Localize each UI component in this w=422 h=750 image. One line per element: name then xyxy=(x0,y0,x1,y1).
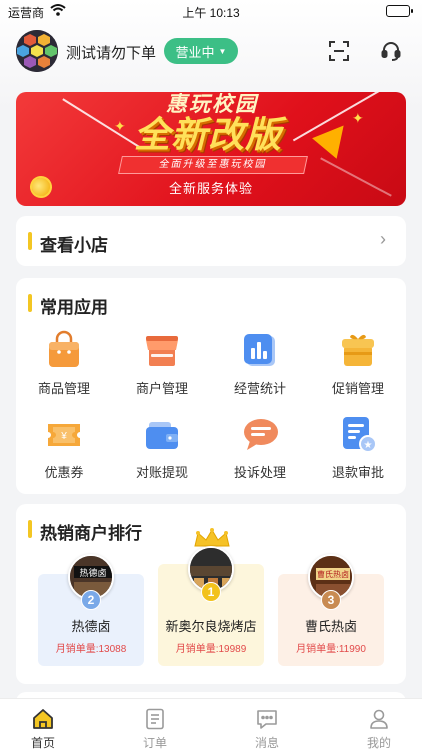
rank-medal-bronze: 3 xyxy=(321,590,341,610)
crown-icon xyxy=(192,528,232,548)
business-status-dropdown[interactable]: 营业中 ▼ xyxy=(164,38,238,64)
business-status-label: 营业中 xyxy=(175,44,215,60)
banner-subtitle: 全新服务体验 xyxy=(168,181,253,196)
app-item-product-management[interactable]: 商品管理 xyxy=(16,330,112,400)
order-list-icon xyxy=(143,707,167,731)
tab-label: 订单 xyxy=(142,736,167,750)
chevron-right-icon: › xyxy=(380,229,386,249)
message-icon xyxy=(255,707,279,731)
tab-messages[interactable]: 消息 xyxy=(237,703,297,750)
view-shop-title: 查看小店 xyxy=(40,236,108,255)
svg-text:曹氏热卤: 曹氏热卤 xyxy=(317,569,349,579)
hot-merchants-title: 热销商户排行 xyxy=(40,524,142,543)
section-marker xyxy=(28,294,32,312)
status-bar: 运营商 上午 10:13 xyxy=(0,0,422,24)
tab-label: 我的 xyxy=(366,736,391,750)
merchant-sales: 月销单量:13088 xyxy=(55,644,127,655)
rank-card-3[interactable]: 曹氏热卤 3 曹氏热卤 月销单量:11990 xyxy=(278,554,384,666)
gift-box-icon xyxy=(338,330,378,370)
star-icon: ✦ xyxy=(114,118,126,134)
store-name: 测试请勿下单 xyxy=(66,45,157,62)
rank-card-2[interactable]: 热德卤 2 热德卤 月销单量:13088 xyxy=(38,554,144,666)
star-icon: ✦ xyxy=(352,110,364,126)
section-marker xyxy=(28,232,32,250)
caret-down-icon: ▼ xyxy=(218,46,227,56)
app-item-complaint-handling[interactable]: 投诉处理 xyxy=(212,414,308,484)
chat-bubble-icon xyxy=(240,414,280,454)
app-label: 经营统计 xyxy=(233,381,286,396)
app-item-coupon[interactable]: ¥ 优惠券 xyxy=(16,414,112,484)
promo-banner[interactable]: ✦ ✦ 惠玩校园 全新改版 全面升级至惠玩校园 全新服务体验 xyxy=(16,92,406,206)
tab-home[interactable]: 首页 xyxy=(13,703,73,750)
coupon-icon: ¥ xyxy=(44,414,84,454)
app-label: 商户管理 xyxy=(135,381,188,396)
clock: 上午 10:13 xyxy=(182,6,240,20)
shopping-bag-icon xyxy=(44,330,84,370)
app-label: 投诉处理 xyxy=(233,465,286,480)
banner-title-main: 全新改版 xyxy=(134,114,283,155)
svg-text:★: ★ xyxy=(364,440,373,451)
merchant-name: 曹氏热卤 xyxy=(304,619,357,634)
store-avatar[interactable] xyxy=(16,30,58,72)
tab-label: 首页 xyxy=(30,736,55,750)
section-marker xyxy=(28,520,32,538)
merchant-name: 新奥尔良烧烤店 xyxy=(165,619,257,634)
wallet-icon xyxy=(142,414,182,454)
battery-icon xyxy=(386,5,413,17)
header: 测试请勿下单 营业中 ▼ xyxy=(0,28,422,74)
common-apps-card: 常用应用 商品管理 商户管理 经营统计 促销管理 ¥ 优惠券 对账提现 投诉处理… xyxy=(16,278,406,494)
rank-medal-gold: 1 xyxy=(201,582,221,602)
app-item-reconciliation-withdrawal[interactable]: 对账提现 xyxy=(114,414,210,484)
svg-text:¥: ¥ xyxy=(60,431,67,442)
svg-text:热德卤: 热德卤 xyxy=(79,567,106,579)
scan-icon[interactable] xyxy=(328,40,350,62)
merchant-sales: 月销单量:11990 xyxy=(296,644,366,655)
rank-card-1[interactable]: 1 新奥尔良烧烤店 月销单量:19989 xyxy=(158,528,264,666)
app-item-merchant-management[interactable]: 商户管理 xyxy=(114,330,210,400)
view-shop-card[interactable]: 查看小店 › xyxy=(16,216,406,266)
app-item-refund-approval[interactable]: ★ 退款审批 xyxy=(310,414,406,484)
arrow-decor-icon xyxy=(312,115,356,159)
document-approve-icon: ★ xyxy=(338,414,378,454)
merchant-sales: 月销单量:19989 xyxy=(175,644,247,655)
bar-chart-icon xyxy=(240,330,280,370)
app-item-promotion-management[interactable]: 促销管理 xyxy=(310,330,406,400)
bottom-tab-bar: 首页 订单 消息 我的 xyxy=(0,698,422,750)
hot-merchants-card: 热销商户排行 热德卤 2 热德卤 月销单量:13088 1 新奥尔良烧烤店 月销… xyxy=(16,504,406,684)
merchant-name: 热德卤 xyxy=(71,619,111,634)
user-icon xyxy=(367,707,391,731)
banner-decor-line xyxy=(62,98,140,148)
tab-me[interactable]: 我的 xyxy=(349,703,409,750)
tab-label: 消息 xyxy=(254,736,279,750)
tab-orders[interactable]: 订单 xyxy=(125,703,185,750)
customer-service-icon[interactable] xyxy=(380,40,402,62)
app-label: 商品管理 xyxy=(37,381,90,396)
storefront-icon xyxy=(142,330,182,370)
app-label: 促销管理 xyxy=(331,381,384,396)
app-label: 优惠券 xyxy=(44,465,84,480)
app-label: 退款审批 xyxy=(331,465,384,480)
banner-ribbon: 全面升级至惠玩校园 xyxy=(118,156,308,174)
app-label: 对账提现 xyxy=(135,465,188,480)
rank-medal-silver: 2 xyxy=(81,590,101,610)
common-apps-title: 常用应用 xyxy=(40,298,108,317)
app-item-business-statistics[interactable]: 经营统计 xyxy=(212,330,308,400)
home-icon xyxy=(31,707,55,731)
